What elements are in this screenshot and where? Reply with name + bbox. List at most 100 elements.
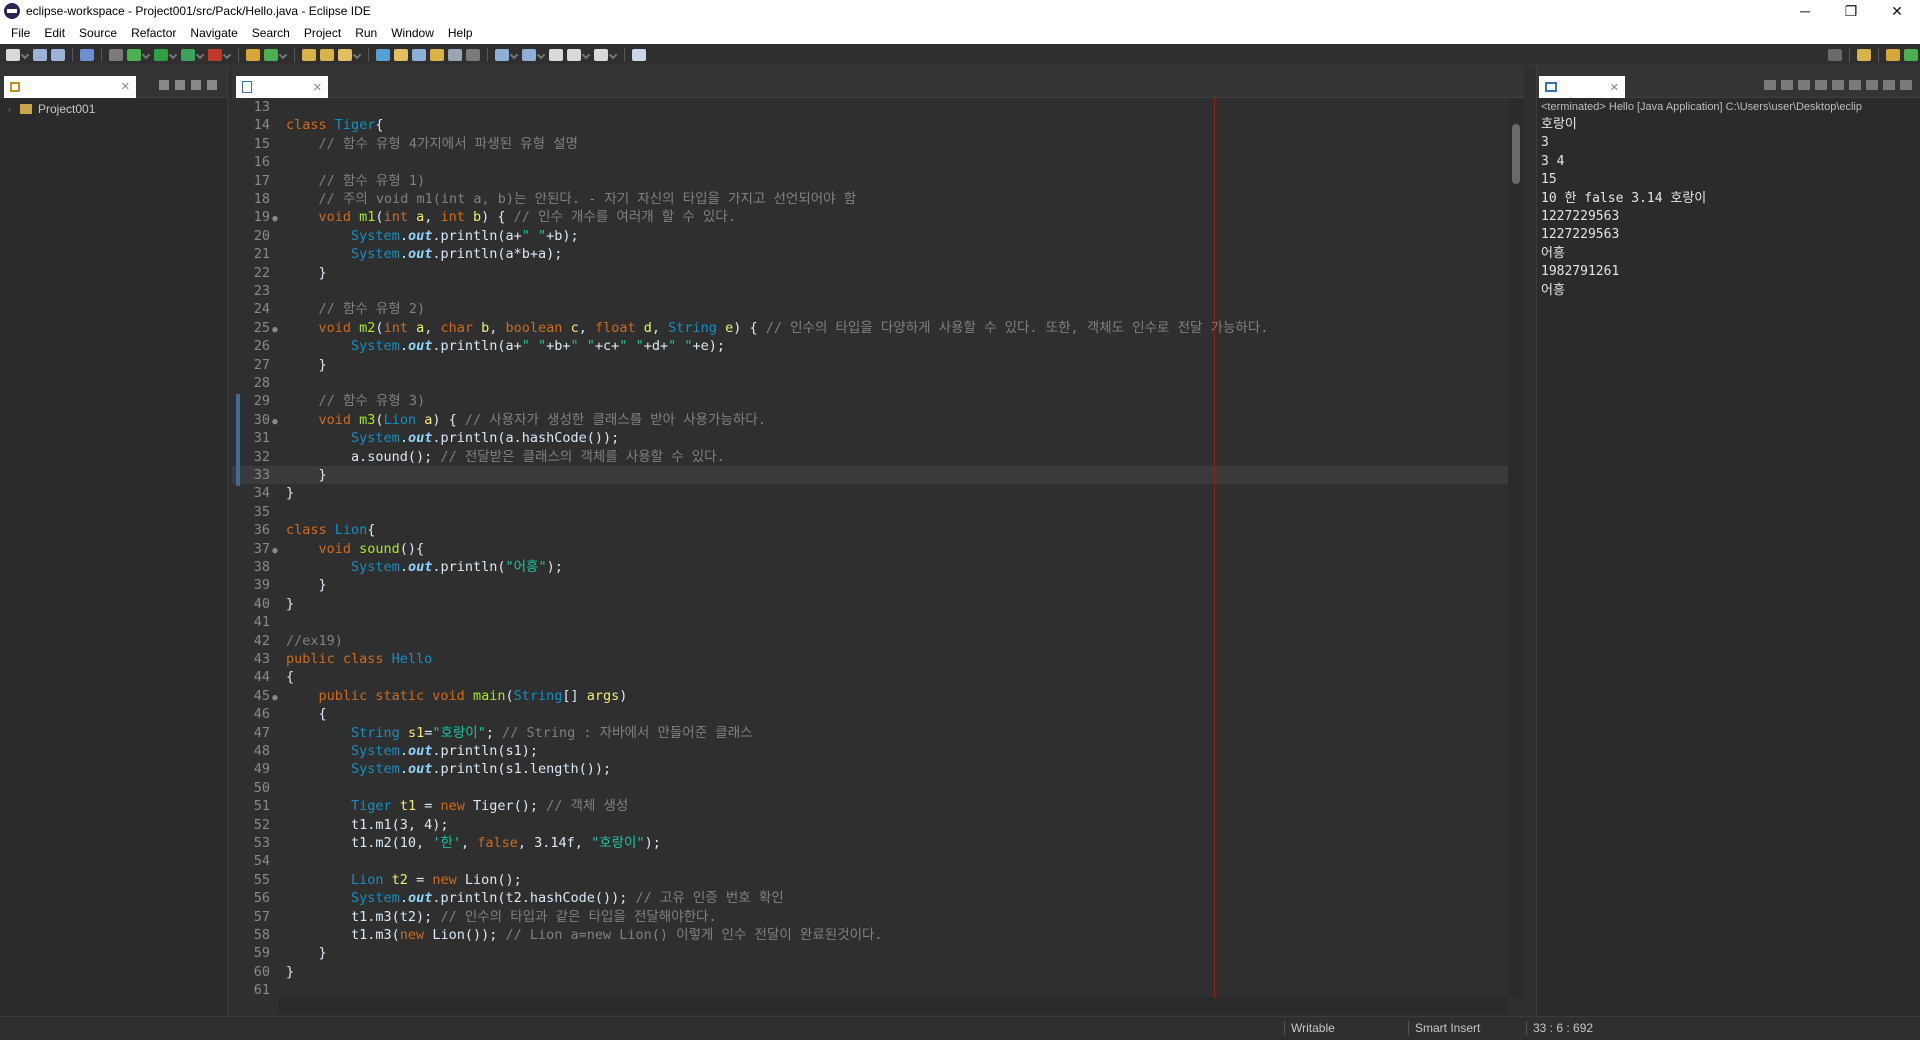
- menu-project[interactable]: Project: [297, 26, 348, 40]
- debug-perspective-icon[interactable]: [1904, 48, 1918, 61]
- chevron-down-icon[interactable]: [581, 50, 591, 59]
- new-package-icon[interactable]: [264, 48, 278, 61]
- editor-horizontal-scrollbar[interactable]: [278, 998, 1508, 1014]
- minimize-button[interactable]: ─: [1782, 0, 1828, 22]
- code-line[interactable]: 48 System.out.println(s1);: [232, 742, 1508, 760]
- close-icon[interactable]: ✕: [121, 80, 130, 93]
- debug-icon[interactable]: [127, 48, 141, 61]
- coverage-icon[interactable]: [181, 48, 195, 61]
- code-line[interactable]: 40}: [232, 595, 1508, 613]
- forward-icon[interactable]: [594, 48, 608, 61]
- remove-all-icon[interactable]: [1798, 80, 1810, 90]
- last-edit-icon[interactable]: [549, 48, 563, 61]
- code-line[interactable]: 15 // 함수 유형 4가지에서 파생된 유형 설명: [232, 135, 1508, 153]
- code-line[interactable]: 21 System.out.println(a*b+a);: [232, 245, 1508, 263]
- menu-search[interactable]: Search: [245, 26, 297, 40]
- menu-window[interactable]: Window: [384, 26, 441, 40]
- code-line[interactable]: 49 System.out.println(s1.length());: [232, 760, 1508, 778]
- run-icon[interactable]: [154, 48, 168, 61]
- code-line[interactable]: 33 }: [232, 466, 1508, 485]
- code-line[interactable]: 23: [232, 282, 1508, 300]
- chevron-down-icon[interactable]: [608, 50, 618, 59]
- back-icon[interactable]: [567, 48, 581, 61]
- chevron-down-icon[interactable]: [352, 50, 362, 59]
- close-button[interactable]: ✕: [1874, 0, 1920, 22]
- tab-package-explorer[interactable]: ✕: [4, 75, 136, 98]
- chevron-down-icon[interactable]: [222, 50, 232, 59]
- menu-file[interactable]: File: [4, 26, 37, 40]
- code-line[interactable]: 35: [232, 503, 1508, 521]
- chevron-down-icon[interactable]: [195, 50, 205, 59]
- console-horizontal-scrollbar[interactable]: [1537, 998, 1907, 1014]
- code-line[interactable]: 34}: [232, 484, 1508, 502]
- previous-annotation-icon[interactable]: [522, 48, 536, 61]
- maximize-button[interactable]: ❐: [1828, 0, 1874, 22]
- pin-editor-icon[interactable]: [632, 48, 646, 61]
- code-line[interactable]: 20 System.out.println(a+" "+b);: [232, 227, 1508, 245]
- save-all-icon[interactable]: [51, 48, 65, 61]
- code-line[interactable]: 56 System.out.println(t2.hashCode()); //…: [232, 889, 1508, 907]
- code-line[interactable]: 28: [232, 374, 1508, 392]
- chevron-down-icon[interactable]: [278, 50, 288, 59]
- chevron-down-icon[interactable]: [536, 50, 546, 59]
- breadcrumb-toggle-icon[interactable]: [412, 48, 426, 61]
- code-line[interactable]: 17 // 함수 유형 1): [232, 172, 1508, 190]
- code-line[interactable]: 18 // 주의 void m1(int a, b)는 안된다. - 자기 자신…: [232, 190, 1508, 208]
- terminate-icon[interactable]: [1764, 80, 1776, 90]
- menu-refactor[interactable]: Refactor: [124, 26, 183, 40]
- pin-console-icon[interactable]: [1866, 80, 1878, 90]
- code-line[interactable]: 54: [232, 852, 1508, 870]
- code-editor[interactable]: 13 14 class Tiger{15 // 함수 유형 4가지에서 파생된 유형…: [232, 98, 1508, 998]
- remove-launch-icon[interactable]: [1781, 80, 1793, 90]
- close-icon[interactable]: ✕: [313, 81, 322, 94]
- block-selection-icon[interactable]: [430, 48, 444, 61]
- code-line[interactable]: 53 t1.m2(10, '한', false, 3.14f, "호랑이");: [232, 834, 1508, 852]
- code-line[interactable]: 50: [232, 779, 1508, 797]
- scroll-lock-icon[interactable]: [1832, 80, 1844, 90]
- code-line[interactable]: 41: [232, 613, 1508, 631]
- chevron-down-icon[interactable]: [509, 50, 519, 59]
- collapse-all-icon[interactable]: [159, 80, 169, 90]
- search-icon[interactable]: [1828, 48, 1842, 61]
- menu-navigate[interactable]: Navigate: [183, 26, 244, 40]
- open-perspective-icon[interactable]: [1857, 48, 1871, 61]
- code-line[interactable]: 52 t1.m1(3, 4);: [232, 816, 1508, 834]
- code-line[interactable]: 44 {: [232, 668, 1508, 686]
- new-java-project-icon[interactable]: [246, 48, 260, 61]
- focus-icon[interactable]: [191, 80, 201, 90]
- editor-vertical-scrollbar[interactable]: [1508, 98, 1524, 998]
- code-line[interactable]: 26 System.out.println(a+" "+b+" "+c+" "+…: [232, 337, 1508, 355]
- annotation-icon[interactable]: [394, 48, 408, 61]
- code-line[interactable]: 22 }: [232, 264, 1508, 282]
- code-line[interactable]: 16: [232, 153, 1508, 171]
- code-line[interactable]: 36 class Lion{: [232, 521, 1508, 539]
- toggle-mark-icon[interactable]: [376, 48, 390, 61]
- code-line[interactable]: 51 Tiger t1 = new Tiger(); // 객체 생성: [232, 797, 1508, 815]
- code-line[interactable]: 32 a.sound(); // 전달받은 클래스의 객체를 사용할 수 있다.: [232, 448, 1508, 466]
- menu-edit[interactable]: Edit: [37, 26, 72, 40]
- code-line[interactable]: 38 System.out.println("어흥");: [232, 558, 1508, 576]
- tab-hello-java[interactable]: ✕: [236, 76, 328, 98]
- code-line[interactable]: 60}: [232, 963, 1508, 981]
- code-line[interactable]: 57 t1.m3(t2); // 인수의 타입과 같은 타입을 전달해야한다.: [232, 908, 1508, 926]
- code-line[interactable]: 39 }: [232, 576, 1508, 594]
- chevron-down-icon[interactable]: [168, 50, 178, 59]
- skip-breakpoints-icon[interactable]: [109, 48, 123, 61]
- chevron-down-icon[interactable]: [141, 50, 151, 59]
- external-tools-icon[interactable]: [208, 48, 222, 61]
- search-tool-icon[interactable]: [338, 48, 352, 61]
- show-whitespace-icon[interactable]: [448, 48, 462, 61]
- code-line[interactable]: 14 class Tiger{: [232, 116, 1508, 134]
- code-line[interactable]: 25 ● void m2(int a, char b, boolean c, fl…: [232, 319, 1508, 337]
- terminal-icon[interactable]: [80, 48, 94, 61]
- chevron-down-icon[interactable]: [20, 50, 30, 59]
- code-line[interactable]: 61: [232, 981, 1508, 998]
- code-line[interactable]: 31 System.out.println(a.hashCode());: [232, 429, 1508, 447]
- word-wrap-icon[interactable]: [1849, 80, 1861, 90]
- pilcrow-icon[interactable]: [466, 48, 480, 61]
- code-line[interactable]: 19 ● void m1(int a, int b) { // 인수 개수를 여러…: [232, 208, 1508, 226]
- code-line[interactable]: 43 public class Hello: [232, 650, 1508, 668]
- code-line[interactable]: 13: [232, 98, 1508, 116]
- code-line[interactable]: 27 }: [232, 356, 1508, 374]
- code-line[interactable]: 29 // 함수 유형 3): [232, 392, 1508, 410]
